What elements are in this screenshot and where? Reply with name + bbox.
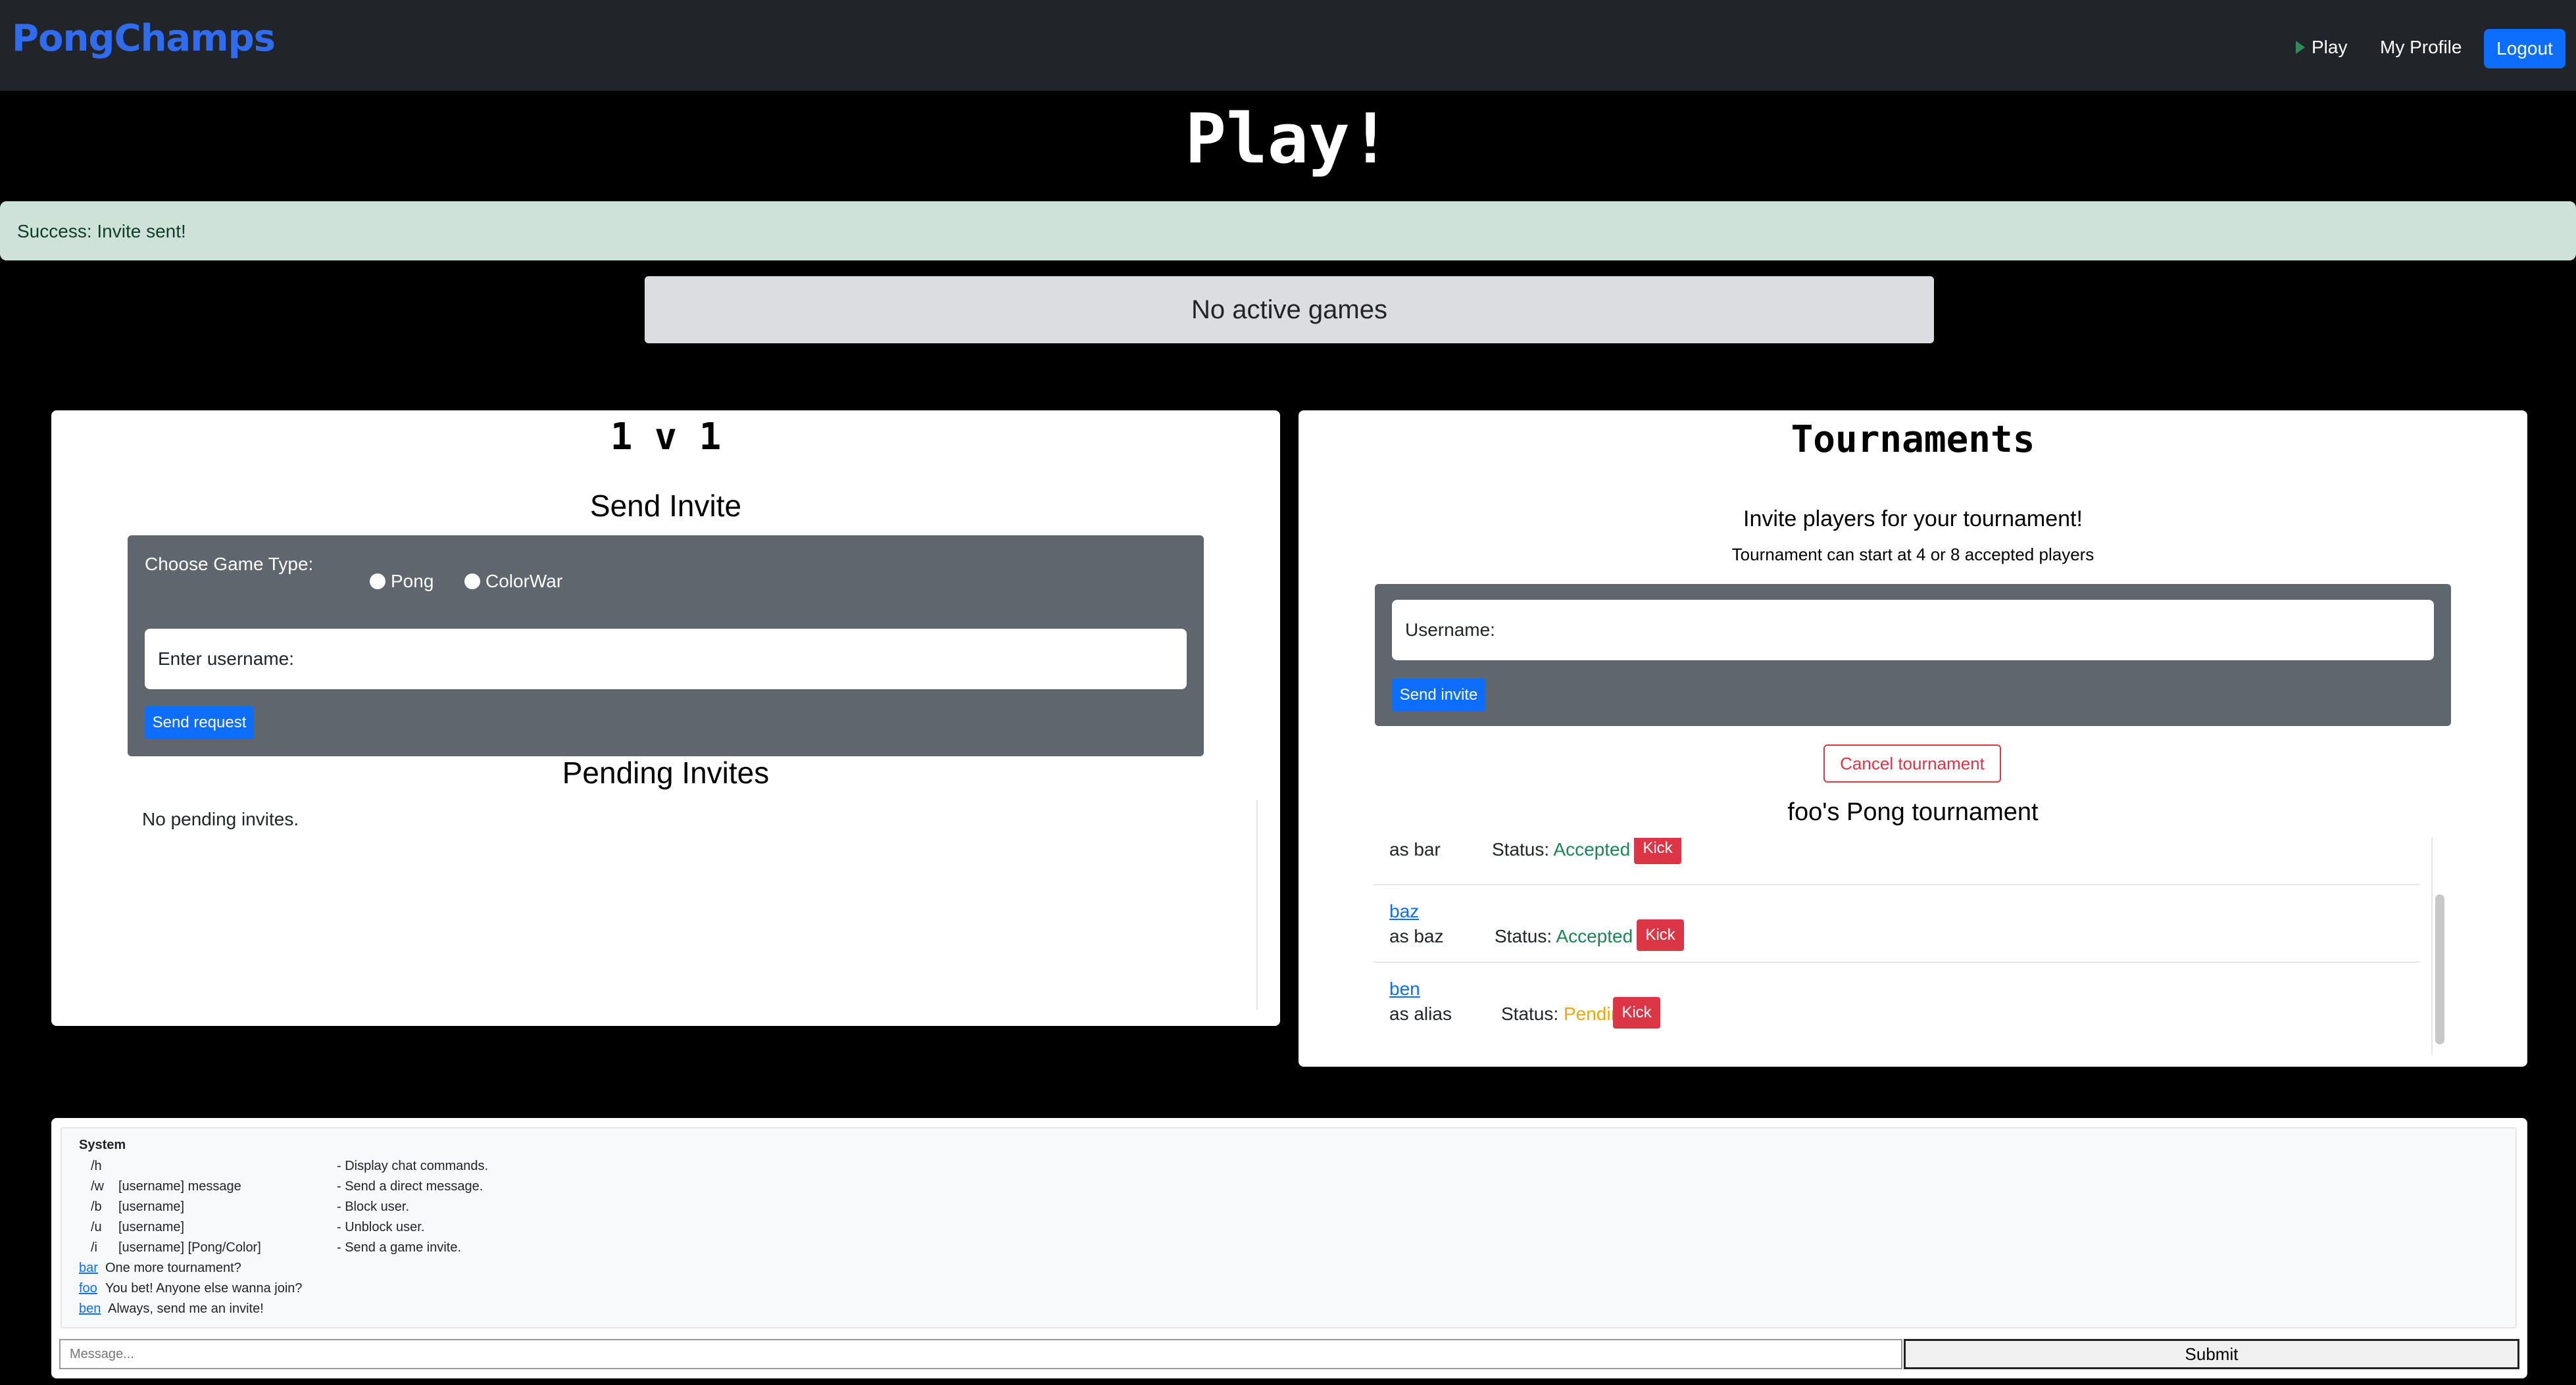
- chat-message-text: You bet! Anyone else wanna join?: [105, 1281, 303, 1296]
- radio-circle[interactable]: [370, 573, 385, 589]
- success-alert: Success: Invite sent!: [0, 201, 2576, 260]
- game-type-label: Choose Game Type:: [145, 554, 314, 574]
- kick-button[interactable]: Kick: [1613, 997, 1660, 1029]
- status-value: Accepted: [1556, 926, 1633, 946]
- tournament-username-input[interactable]: Username:: [1392, 600, 2434, 660]
- invite-form: Choose Game Type: Pong ColorWar Enter us…: [128, 535, 1204, 756]
- brand-logo[interactable]: PongChamps: [12, 17, 276, 60]
- tournament-invite-heading: Invite players for your tournament!: [1743, 506, 2083, 531]
- status-label: Status:: [1495, 926, 1552, 946]
- chat-command: /u: [91, 1220, 102, 1234]
- radio-colorwar-label: ColorWar: [485, 571, 563, 591]
- radio-circle[interactable]: [464, 573, 480, 589]
- player-link[interactable]: ben: [1389, 979, 1420, 1000]
- nav-play-link[interactable]: Play: [2296, 37, 2347, 58]
- chat-panel: System /h - Display chat commands. /w [u…: [51, 1118, 2527, 1378]
- page-title: Play!: [1185, 99, 1391, 179]
- player-status: Status: Accepted: [1495, 926, 1633, 947]
- send-invite-button[interactable]: Send invite: [1392, 679, 1485, 712]
- chat-command-desc: - Send a direct message.: [337, 1179, 483, 1194]
- tournament-player-list[interactable]: bar as bar Status: Accepted Kick baz as …: [1374, 838, 2433, 1055]
- player-alias: as bar: [1389, 839, 1441, 860]
- nav-play-label: Play: [2312, 37, 2348, 57]
- kick-button[interactable]: Kick: [1634, 838, 1681, 864]
- tournament-player-row: bar as bar Status: Accepted Kick: [1374, 838, 2419, 885]
- chat-command-desc: - Send a game invite.: [337, 1240, 461, 1255]
- chat-command-args: [username]: [118, 1200, 185, 1214]
- chat-message-text: Always, send me an invite!: [108, 1301, 264, 1316]
- player-alias: as baz: [1389, 926, 1444, 946]
- kick-button[interactable]: Kick: [1637, 919, 1684, 951]
- chat-command-args: [username] message: [118, 1179, 241, 1194]
- player-status: Status: Accepted: [1492, 839, 1630, 860]
- play-icon: [2296, 41, 2305, 54]
- radio-pong[interactable]: Pong: [370, 571, 433, 592]
- chat-command: /i: [91, 1240, 97, 1255]
- send-request-button[interactable]: Send request: [145, 706, 254, 739]
- tournament-player-row: ben as alias Status: Pending Kick: [1374, 963, 2419, 1040]
- chat-command-desc: - Block user.: [337, 1200, 410, 1214]
- tournaments-title: Tournaments: [1791, 418, 2035, 461]
- username-input[interactable]: Enter username:: [145, 629, 1187, 689]
- radio-colorwar[interactable]: ColorWar: [464, 571, 562, 592]
- chat-submit-button[interactable]: Submit: [1904, 1339, 2519, 1369]
- chat-command-args: [username]: [118, 1220, 185, 1234]
- tournament-invite-form: Username: Send invite: [1375, 584, 2451, 726]
- pending-empty-text: No pending invites.: [142, 809, 299, 829]
- chat-message-input[interactable]: Message...: [59, 1339, 1902, 1369]
- tournament-name: foo's Pong tournament: [1787, 798, 2039, 826]
- active-games-banner: No active games: [645, 276, 1934, 343]
- chat-log[interactable]: System /h - Display chat commands. /w [u…: [61, 1127, 2517, 1328]
- chat-command: /h: [91, 1159, 102, 1173]
- status-label: Status:: [1492, 839, 1550, 860]
- chat-command: /w: [91, 1179, 104, 1194]
- chat-message-text: One more tournament?: [105, 1261, 241, 1275]
- pending-invites-list[interactable]: No pending invites.: [129, 800, 1258, 1010]
- chat-system-label: System: [79, 1138, 126, 1152]
- navbar: PongChamps Play My Profile Logout: [0, 0, 2576, 91]
- tournament-invite-subtext: Tournament can start at 4 or 8 accepted …: [1731, 545, 2094, 564]
- send-invite-heading: Send Invite: [589, 489, 742, 523]
- nav-profile-link[interactable]: My Profile: [2380, 37, 2462, 58]
- one-v-one-title: 1 v 1: [610, 416, 722, 458]
- chat-username-link[interactable]: ben: [79, 1301, 101, 1317]
- player-status: Status: Pending: [1501, 1004, 1631, 1025]
- status-value: Accepted: [1553, 839, 1631, 860]
- tournament-player-row: baz as baz Status: Accepted Kick: [1374, 885, 2419, 963]
- player-link[interactable]: baz: [1389, 901, 1419, 922]
- chat-command: /b: [91, 1200, 102, 1214]
- chat-command-args: [username] [Pong/Color]: [118, 1240, 261, 1255]
- chat-username-link[interactable]: bar: [79, 1261, 98, 1276]
- pending-invites-heading: Pending Invites: [562, 756, 770, 790]
- logout-button[interactable]: Logout: [2484, 29, 2565, 68]
- status-label: Status:: [1501, 1004, 1559, 1024]
- tournaments-card: Tournaments Invite players for your tour…: [1299, 410, 2527, 1067]
- chat-username-link[interactable]: foo: [79, 1281, 97, 1296]
- radio-pong-label: Pong: [391, 571, 434, 591]
- chat-command-desc: - Unblock user.: [337, 1220, 425, 1234]
- tournament-list-scrollbar[interactable]: [2435, 894, 2444, 1044]
- cancel-tournament-button[interactable]: Cancel tournament: [1823, 744, 2001, 783]
- chat-command-desc: - Display chat commands.: [337, 1159, 489, 1173]
- player-alias: as alias: [1389, 1004, 1452, 1024]
